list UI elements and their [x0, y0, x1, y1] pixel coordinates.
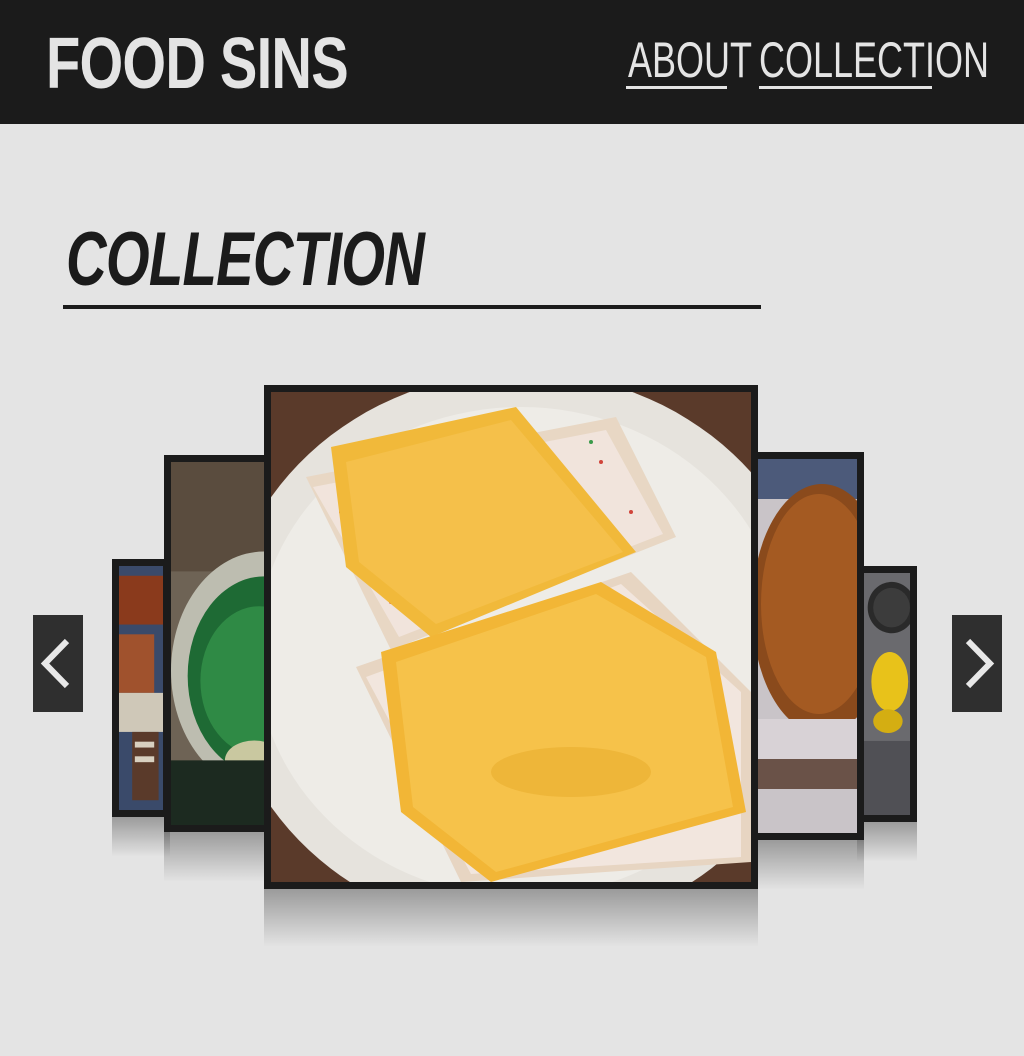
slide-hot-dog-candy[interactable]: [112, 559, 170, 817]
slide-reflection: [164, 832, 276, 882]
chevron-left-icon: [40, 638, 70, 689]
chevron-right-icon: [965, 638, 995, 689]
fried-patty-photo: [757, 459, 857, 833]
slide-reflection: [112, 817, 170, 857]
nav-link-collection[interactable]: COLLECTION: [759, 32, 989, 88]
page-title: COLLECTION: [66, 217, 425, 302]
slide-yellow-figure[interactable]: [857, 566, 917, 822]
slide-pop-tarts-with-cheese[interactable]: [264, 385, 758, 889]
site-header: FOOD SINS ABOUT COLLECTION: [0, 0, 1024, 124]
yellow-figure-photo: [864, 573, 910, 815]
slide-fried-patty[interactable]: [750, 452, 864, 840]
green-jello-bowl-photo: [171, 462, 269, 825]
slide-reflection: [750, 840, 864, 890]
carousel-next-button[interactable]: [952, 615, 1002, 712]
slide-reflection: [857, 822, 917, 862]
slide-green-jello-bowl[interactable]: [164, 455, 276, 832]
slide-reflection: [264, 889, 758, 947]
nav-about-underline: [626, 86, 727, 89]
nav-link-about[interactable]: ABOUT: [628, 32, 752, 88]
site-logo[interactable]: FOOD SINS: [46, 24, 349, 104]
hot-dog-candy-photo: [119, 566, 163, 810]
title-divider: [63, 305, 761, 309]
pop-tarts-with-cheese-photo: [271, 392, 751, 882]
nav-collection-underline: [759, 86, 932, 89]
carousel-prev-button[interactable]: [33, 615, 83, 712]
